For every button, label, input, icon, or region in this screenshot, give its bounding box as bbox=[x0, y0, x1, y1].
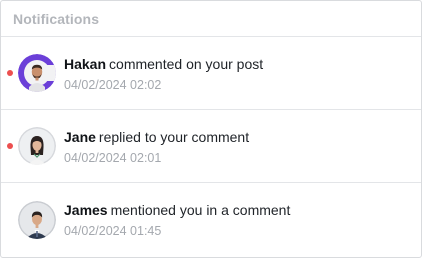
avatar-jane-icon bbox=[18, 127, 56, 165]
notification-message: Jane replied to your comment bbox=[64, 128, 249, 146]
notification-item[interactable]: Hakan commented on your post 04/02/2024 0… bbox=[1, 37, 421, 110]
actor-name[interactable]: James bbox=[64, 202, 108, 218]
notification-content: Jane replied to your comment 04/02/2024 0… bbox=[64, 128, 249, 166]
actor-name[interactable]: Jane bbox=[64, 129, 96, 145]
notification-content: Hakan commented on your post 04/02/2024 0… bbox=[64, 55, 263, 93]
actor-name[interactable]: Hakan bbox=[64, 56, 106, 72]
notification-message: Hakan commented on your post bbox=[64, 55, 263, 73]
notification-message: James mentioned you in a comment bbox=[64, 201, 290, 219]
panel-title: Notifications bbox=[13, 10, 100, 27]
timestamp: 04/02/2024 02:01 bbox=[64, 151, 162, 165]
unread-indicator-dot bbox=[7, 143, 13, 149]
timestamp: 04/02/2024 02:02 bbox=[64, 78, 162, 92]
avatar-hakan-icon bbox=[18, 54, 56, 92]
avatar[interactable] bbox=[18, 127, 56, 165]
action-text: commented on your post bbox=[109, 56, 264, 72]
action-text: mentioned you in a comment bbox=[110, 202, 291, 218]
avatar-james-icon bbox=[18, 200, 56, 239]
unread-indicator-dot bbox=[7, 70, 13, 76]
avatar[interactable] bbox=[18, 54, 56, 92]
notification-item[interactable]: James mentioned you in a comment 04/02/20… bbox=[1, 183, 421, 256]
notifications-header: Notifications bbox=[1, 1, 421, 37]
notification-item[interactable]: Jane replied to your comment 04/02/2024 0… bbox=[1, 110, 421, 183]
timestamp: 04/02/2024 01:45 bbox=[64, 224, 162, 238]
avatar[interactable] bbox=[18, 200, 56, 239]
action-text: replied to your comment bbox=[98, 129, 250, 145]
notification-content: James mentioned you in a comment 04/02/20… bbox=[64, 201, 290, 239]
notifications-panel: Notifications Hakan commented on your pos… bbox=[0, 0, 422, 258]
